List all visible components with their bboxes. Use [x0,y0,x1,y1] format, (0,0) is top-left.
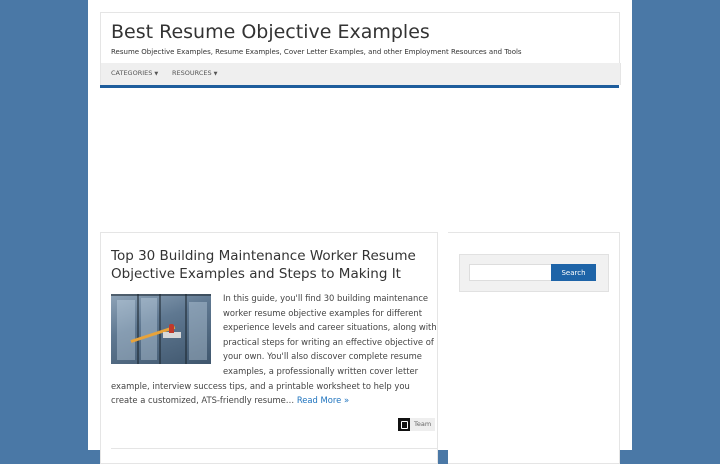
caret-down-icon: ▼ [213,71,218,77]
main-nav: CATEGORIES ▼ RESOURCES ▼ [100,63,621,85]
caret-down-icon: ▼ [154,71,159,77]
sidebar: Search [448,232,620,464]
ad-area [100,88,619,230]
post-divider [111,448,437,449]
search-widget: Search [459,254,609,292]
read-more-link[interactable]: Read More » [297,395,349,405]
author-name: Team [414,420,432,428]
post-excerpt: In this guide, you'll find 30 building m… [111,291,437,408]
nav-item-categories[interactable]: CATEGORIES ▼ [111,69,158,77]
search-button[interactable]: Search [551,264,596,281]
search-input[interactable] [469,264,555,281]
page-container: Best Resume Objective Examples Resume Ob… [88,0,632,464]
site-title[interactable]: Best Resume Objective Examples [111,21,430,43]
nav-item-label: CATEGORIES [111,69,153,77]
nav-item-label: RESOURCES [172,69,212,77]
site-description: Resume Objective Examples, Resume Exampl… [111,48,522,56]
site-header: Best Resume Objective Examples Resume Ob… [100,12,620,63]
main-content: Top 30 Building Maintenance Worker Resum… [100,232,438,464]
nav-item-resources[interactable]: RESOURCES ▼ [172,69,217,77]
post-title[interactable]: Top 30 Building Maintenance Worker Resum… [111,247,431,283]
author-avatar-icon [398,418,410,431]
author-tag[interactable]: Team [398,418,436,431]
